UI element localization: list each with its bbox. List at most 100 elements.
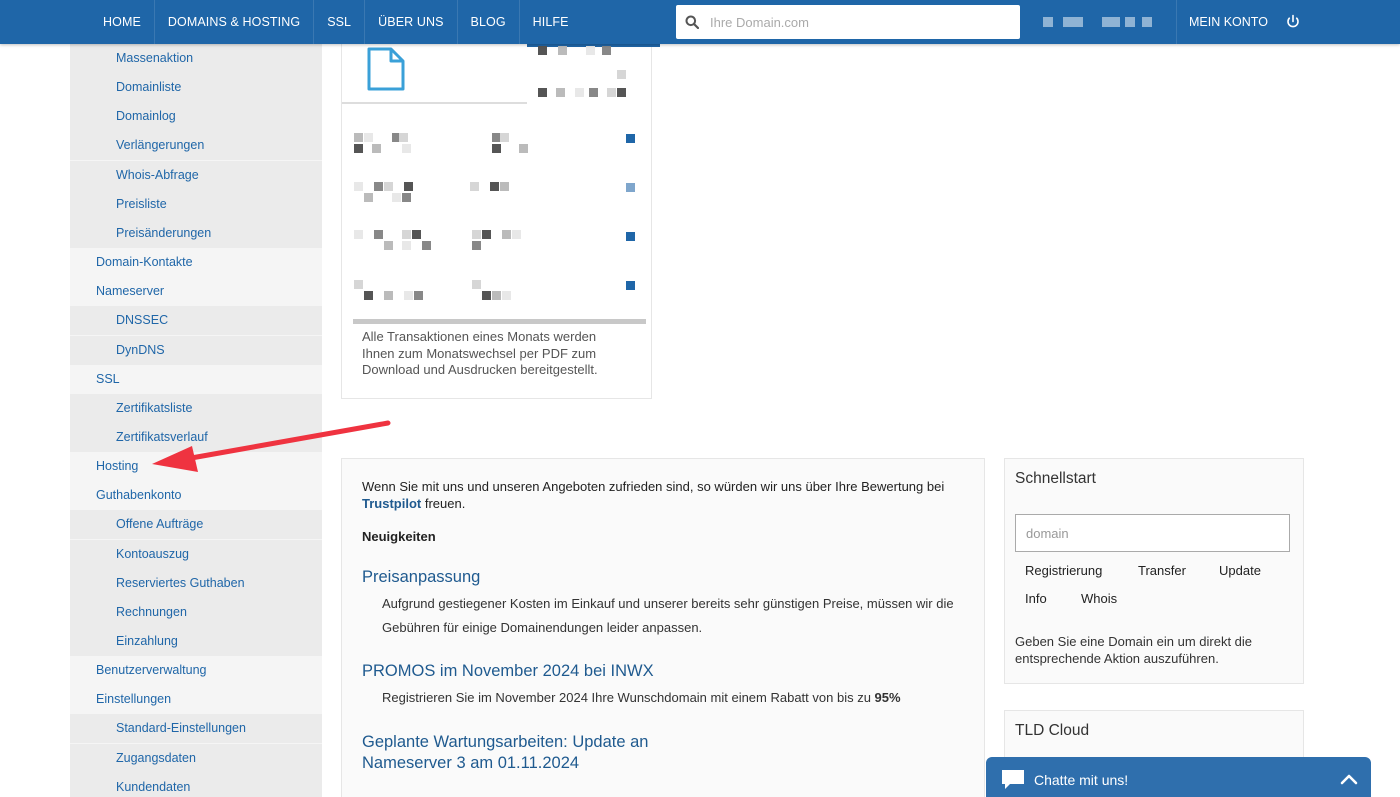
redacted-block [512,230,521,239]
sidebar-item[interactable]: Benutzerverwaltung [70,656,322,686]
transactions-panel: Alle Transaktionen eines Monats werden I… [341,44,660,399]
sidebar-item[interactable]: Kontoauszug [70,539,322,569]
sidebar-item[interactable]: Verlängerungen [70,131,322,161]
redacted-block [402,241,411,250]
main-nav: HOME DOMAINS & HOSTING SSL ÜBER UNS BLOG… [90,0,582,44]
redacted-block [500,133,509,142]
redacted-block [354,133,363,142]
action-info[interactable]: Info [1025,591,1047,606]
sidebar-item[interactable]: Preisänderungen [70,218,322,248]
redacted-block [384,291,393,300]
action-update[interactable]: Update [1219,563,1261,578]
redacted-block [617,88,626,97]
redacted-block [422,241,431,250]
sidebar-item[interactable]: Offene Aufträge [70,510,322,540]
news-text-promos: Registrieren Sie im November 2024 Ihre W… [382,686,972,710]
news-title-promos[interactable]: PROMOS im November 2024 bei INWX [362,661,654,682]
nav-home[interactable]: HOME [90,0,155,44]
news-label: Neuigkeiten [362,529,436,544]
quickstart-domain-input[interactable] [1015,514,1290,552]
redacted-block [372,144,381,153]
trustpilot-intro: Wenn Sie mit uns und unseren Angeboten z… [362,479,972,512]
sidebar-item[interactable]: Einzahlung [70,627,322,656]
redacted-block [589,88,598,97]
redacted-block [472,241,481,250]
chat-bubble-icon [1002,770,1024,789]
news-panel: Wenn Sie mit uns und unseren Angeboten z… [341,458,985,797]
redacted-block [575,88,584,97]
my-account-link[interactable]: MEIN KONTO [1176,0,1280,44]
redacted-block [538,88,547,97]
redacted-block [402,144,411,153]
redacted-block [492,144,501,153]
news-title-wartung[interactable]: Geplante Wartungsarbeiten: Update an Nam… [362,732,672,774]
redacted-block [538,46,547,55]
quickstart-title: Schnellstart [1015,470,1096,487]
redacted-block [364,291,373,300]
domain-search [676,5,1020,39]
sidebar-item[interactable]: Standard-Einstellungen [70,714,322,744]
redacted-block [490,182,499,191]
trustpilot-link[interactable]: Trustpilot [362,496,421,511]
sidebar-item[interactable]: DNSSEC [70,306,322,336]
action-whois[interactable]: Whois [1081,591,1117,606]
sidebar-item[interactable]: Einstellungen [70,685,322,715]
intro-text-end: freuen. [421,495,466,511]
redacted-block [602,46,611,55]
domain-search-input[interactable] [710,5,1010,39]
power-icon[interactable] [1282,13,1304,31]
document-tab[interactable] [342,44,527,104]
redacted-block [402,193,411,202]
red-arrow-annotation [152,420,391,472]
redacted-block [354,182,363,191]
redacted-block [502,230,511,239]
action-transfer[interactable]: Transfer [1138,563,1186,578]
sidebar-item[interactable]: Preisliste [70,189,322,219]
action-registrierung[interactable]: Registrierung [1025,563,1102,578]
sidebar-item[interactable]: Whois-Abfrage [70,160,322,190]
chevron-up-icon[interactable] [1340,772,1358,786]
sidebar-item[interactable]: Reserviertes Guthaben [70,568,322,598]
document-icon [367,47,405,91]
tld-cloud-title: TLD Cloud [1015,722,1090,739]
nav-ssl[interactable]: SSL [314,0,366,44]
nav-hilfe[interactable]: HILFE [520,0,582,44]
search-icon [685,15,699,29]
sidebar-item[interactable]: Zugangsdaten [70,743,322,773]
redacted-block [399,133,408,142]
sidebar-item[interactable]: Domain-Kontakte [70,248,322,278]
redacted-block [412,230,421,239]
redacted-status-marker [626,281,635,290]
sidebar-item[interactable]: SSL [70,364,322,394]
news-title-preisanpassung[interactable]: Preisanpassung [362,567,480,588]
redacted-block [374,230,383,239]
sidebar-item[interactable]: Rechnungen [70,597,322,627]
redacted-block [492,291,501,300]
sidebar-item[interactable]: DynDNS [70,335,322,365]
redacted-block [500,182,509,191]
redacted-block [354,230,363,239]
promo-discount: 95% [874,690,901,705]
sidebar-item[interactable]: Domainlog [70,102,322,132]
redacted-status-marker [626,134,635,143]
redacted-status-marker [626,183,635,192]
nav-domains-hosting[interactable]: DOMAINS & HOSTING [155,0,315,44]
sidebar-item[interactable]: Guthabenkonto [70,481,322,511]
quickstart-panel: Schnellstart Registrierung Transfer Upda… [1004,458,1304,684]
sidebar-item[interactable]: Kundendaten [70,772,322,797]
promo-text: Registrieren Sie im November 2024 Ihre W… [382,690,875,705]
redacted-block [502,291,511,300]
nav-blog[interactable]: BLOG [458,0,520,44]
sidebar-item[interactable]: Nameserver [70,277,322,307]
redacted-block [384,241,393,250]
intro-text: Wenn Sie mit uns und unseren Angeboten z… [362,479,945,494]
chat-label: Chatte mit uns! [1034,772,1129,788]
nav-ueber-uns[interactable]: ÜBER UNS [365,0,458,44]
sidebar-item[interactable]: Massenaktion [70,44,322,73]
redacted-block [384,182,393,191]
sidebar-item[interactable]: Domainliste [70,73,322,103]
redacted-block [470,182,479,191]
chat-widget[interactable]: Chatte mit uns! [986,757,1371,797]
scrollbar[interactable] [353,319,646,324]
redacted-block [519,144,528,153]
